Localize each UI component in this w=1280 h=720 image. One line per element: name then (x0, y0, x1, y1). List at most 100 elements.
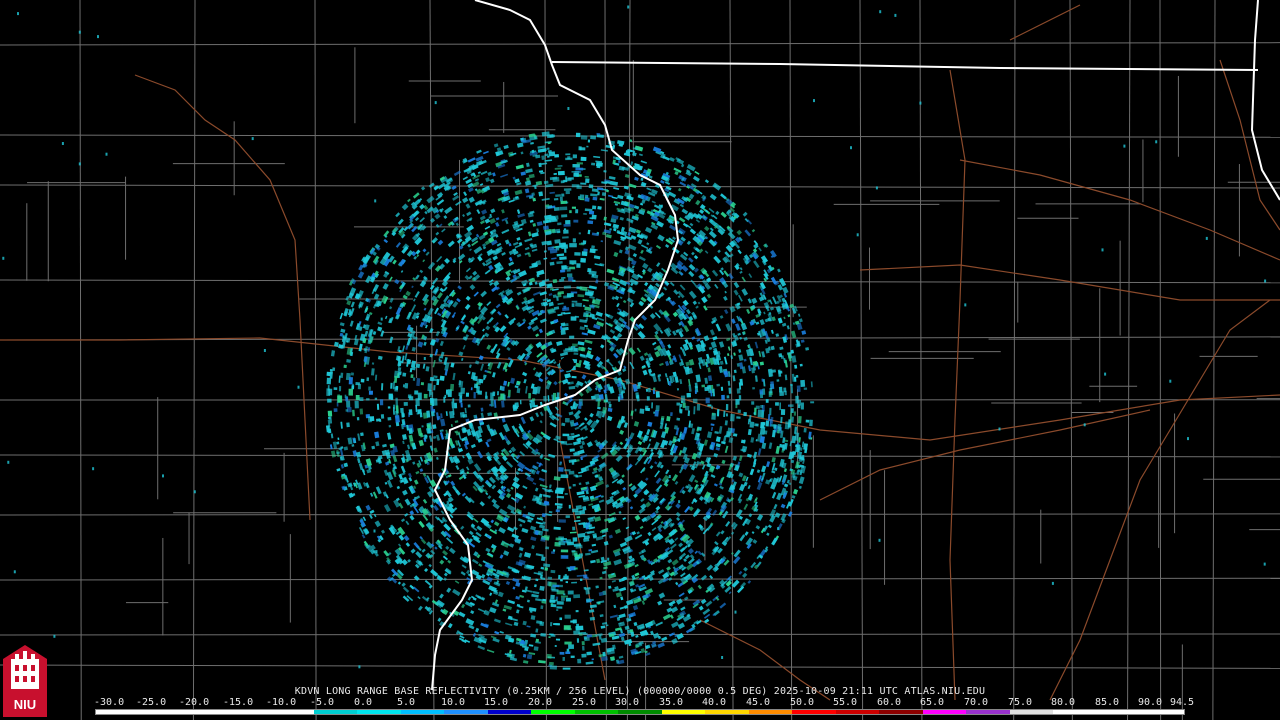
echo-speckle (751, 531, 755, 534)
echo-speckle (759, 426, 766, 435)
echo-speckle (464, 407, 467, 414)
echo-speckle (473, 463, 482, 472)
echo-speckle (561, 555, 568, 558)
echo-speckle (486, 344, 492, 350)
echo-speckle (697, 584, 702, 590)
colorscale-segment (183, 710, 227, 714)
echo-speckle (553, 526, 561, 530)
echo-speckle (770, 329, 774, 334)
echo-speckle (621, 382, 627, 390)
echo-speckle (538, 377, 544, 383)
echo-speckle (402, 586, 410, 593)
echo-speckle (354, 400, 359, 409)
echo-speckle (656, 484, 663, 491)
echo-speckle (697, 301, 701, 305)
county-line (79, 0, 82, 720)
echo-speckle (338, 386, 342, 392)
echo-speckle (532, 223, 537, 227)
echo-speckle (714, 283, 719, 289)
echo-speckle (587, 347, 593, 351)
colorscale-segment (705, 710, 749, 714)
echo-speckle (472, 270, 478, 276)
echo-speckle (651, 527, 657, 532)
echo-speckle (355, 395, 360, 400)
echo-speckle (503, 394, 506, 401)
echo-speckle (743, 503, 749, 510)
echo-speckle (536, 228, 540, 233)
echo-speckle (773, 503, 778, 510)
echo-speckle (606, 189, 609, 193)
echo-speckle (408, 396, 414, 401)
echo-speckle (376, 403, 380, 410)
echo-speckle (557, 313, 563, 317)
echo-speckle (414, 291, 420, 298)
echo-speckle (671, 638, 678, 645)
echo-speckle (466, 211, 472, 217)
echo-speckle (443, 577, 447, 582)
echo-speckle (541, 155, 546, 160)
echo-speckle (695, 199, 701, 206)
echo-speckle (534, 487, 539, 492)
echo-speckle (588, 285, 597, 290)
echo-speckle (712, 335, 718, 341)
echo-speckle (497, 396, 501, 401)
echo-speckle (582, 299, 589, 302)
echo-speckle (501, 417, 506, 423)
echo-speckle (633, 421, 640, 427)
echo-speckle (769, 299, 773, 305)
echo-speckle (499, 554, 504, 559)
echo-speckle (536, 351, 543, 358)
echo-speckle (587, 229, 591, 235)
echo-speckle (546, 240, 552, 246)
echo-speckle (998, 427, 1001, 431)
echo-speckle (543, 250, 547, 253)
echo-speckle (513, 621, 519, 627)
echo-speckle (539, 411, 544, 417)
echo-speckle (519, 399, 522, 405)
echo-speckle (374, 397, 378, 400)
echo-speckle (691, 428, 696, 435)
echo-speckle (404, 383, 409, 389)
echo-speckle (528, 393, 531, 399)
echo-speckle (720, 211, 727, 218)
echo-speckle (586, 634, 593, 638)
echo-speckle (741, 445, 748, 453)
highway-line (0, 337, 1280, 441)
echo-speckle (600, 240, 604, 243)
echo-speckle (465, 569, 471, 575)
echo-speckle (624, 173, 630, 179)
echo-speckle (492, 172, 496, 177)
echo-speckle (715, 323, 722, 332)
echo-speckle (398, 534, 405, 541)
echo-speckle (798, 318, 803, 323)
echo-speckle (570, 655, 575, 658)
echo-speckle (465, 295, 471, 301)
echo-speckle (568, 644, 574, 650)
state-boundary-line (551, 61, 1259, 71)
highway-lines (0, 4, 1280, 701)
echo-speckle (512, 577, 520, 583)
echo-speckle (587, 329, 596, 335)
echo-speckle (654, 470, 660, 478)
echo-speckle (543, 180, 549, 185)
echo-speckle (504, 314, 509, 319)
echo-speckle (693, 406, 696, 415)
echo-speckle (412, 461, 416, 465)
echo-speckle (536, 620, 543, 625)
echo-speckle (766, 532, 770, 536)
echo-speckle (463, 191, 468, 197)
echo-speckle (373, 529, 376, 533)
echo-speckle (715, 531, 721, 537)
echo-speckle (443, 572, 448, 577)
echo-speckle (507, 599, 516, 605)
echo-speckle (407, 198, 411, 203)
echo-speckle (696, 403, 701, 411)
echo-speckle (343, 308, 349, 317)
colorscale-bar (95, 709, 1185, 715)
echo-speckle (782, 286, 789, 294)
echo-speckle (738, 472, 744, 478)
echo-speckle (705, 397, 710, 404)
echo-speckle (336, 441, 340, 445)
echo-speckle (479, 306, 488, 315)
echo-speckle (532, 482, 537, 485)
